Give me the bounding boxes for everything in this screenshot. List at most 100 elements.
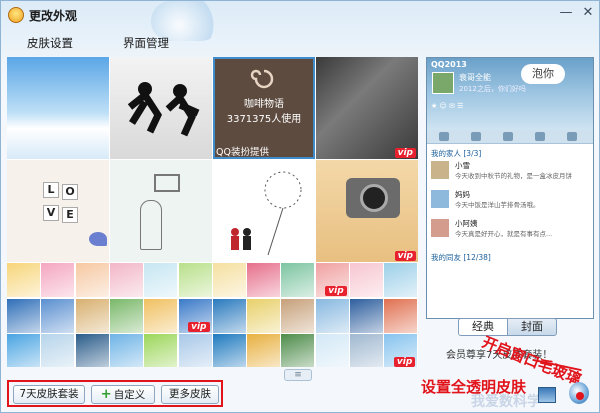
vip-badge: vip xyxy=(394,251,416,261)
friend-status: 今天中饭是洋山芋排骨汤哦。 xyxy=(455,201,540,209)
seven-day-skin-button[interactable]: 7天皮肤套装 xyxy=(13,385,85,404)
love-letter-v: V xyxy=(43,205,59,221)
skin-thumbnail[interactable] xyxy=(75,298,109,333)
skin-thumbnail[interactable] xyxy=(178,263,212,297)
skin-thumbnail[interactable] xyxy=(109,334,143,367)
classic-mode-button[interactable]: 经典 xyxy=(458,318,508,336)
preview-nickname: 衰哥全能 xyxy=(459,73,491,82)
transparency-indicator xyxy=(576,392,584,400)
skin-tile-love[interactable]: L O V E xyxy=(7,160,109,262)
skin-window: 更改外观 — ✕ 皮肤设置 界面管理 咖啡物语 3371375人使用 QQ装扮提… xyxy=(0,0,600,413)
skin-tile-runners[interactable] xyxy=(110,57,212,159)
skin-thumbnail[interactable]: vip xyxy=(384,334,418,367)
skin-thumbnail[interactable] xyxy=(41,334,75,367)
preview-header: QQ2013 衰哥全能 2012之后，你们好吗 ★ ☺ ✉ ☰ 泡你 xyxy=(427,58,593,130)
preview-avatar xyxy=(432,72,454,94)
skin-thumbnail[interactable] xyxy=(144,334,178,367)
skin-thumbnail[interactable] xyxy=(109,298,143,333)
skin-tile-camera[interactable]: vip xyxy=(316,160,418,262)
skin-preview-panel: QQ2013 衰哥全能 2012之后，你们好吗 ★ ☺ ✉ ☰ 泡你 我的家人 … xyxy=(426,57,594,319)
skin-thumbnail[interactable] xyxy=(281,334,315,367)
vip-badge: vip xyxy=(393,357,416,367)
coffee-skin-name: 咖啡物语 xyxy=(244,99,284,110)
preview-friend: 小阿姨 今天真是好开心，就是有事有点... xyxy=(431,218,591,240)
skin-thumbnail[interactable] xyxy=(350,334,383,367)
qq-decoration-tag: QQ装扮提供 xyxy=(216,147,269,158)
skin-thumbnail[interactable] xyxy=(7,263,40,297)
love-letter-o: O xyxy=(62,184,78,200)
chat-tab-icon xyxy=(503,132,513,141)
space-tab-icon xyxy=(535,132,545,141)
skin-thumbnail[interactable] xyxy=(350,263,383,297)
skin-thumbnail[interactable] xyxy=(144,298,178,333)
skin-thumbnail[interactable] xyxy=(212,298,246,333)
close-button[interactable]: ✕ xyxy=(579,5,597,21)
skin-thumbnail[interactable] xyxy=(75,334,109,367)
vip-badge: vip xyxy=(325,286,347,296)
skin-thumbnail[interactable] xyxy=(281,263,315,297)
skin-thumbnail[interactable] xyxy=(247,298,281,333)
menu-skin-settings[interactable]: 皮肤设置 xyxy=(27,35,73,51)
skin-thumbnail[interactable] xyxy=(144,263,178,297)
more-skins-button[interactable]: 更多皮肤 xyxy=(161,385,219,404)
menu-bar: 皮肤设置 界面管理 xyxy=(1,29,599,55)
cover-mode-button[interactable]: 封面 xyxy=(507,318,557,336)
preview-group-friends: 我的同友 [12/38] xyxy=(431,253,491,262)
skin-tile-dandelion[interactable] xyxy=(213,160,315,262)
skin-thumbnail[interactable] xyxy=(384,263,418,297)
skin-thumbnail[interactable] xyxy=(178,334,212,367)
skin-thumbnail[interactable] xyxy=(212,263,246,297)
title-bar[interactable]: 更改外观 — ✕ xyxy=(1,1,599,41)
skin-thumbnail[interactable] xyxy=(41,298,75,333)
custom-skin-label: 自定义 xyxy=(113,389,146,401)
preview-friend: 妈妈 今天中饭是洋山芋排骨汤哦。 xyxy=(431,189,591,211)
custom-skin-button[interactable]: + 自定义 xyxy=(91,385,155,404)
skin-thumbnail[interactable] xyxy=(212,334,246,367)
preview-tab-bar xyxy=(427,130,593,144)
skin-tile-sky[interactable] xyxy=(7,57,109,159)
view-mode-toggle: 经典 封面 xyxy=(458,318,557,336)
preview-status-icons: ★ ☺ ✉ ☰ xyxy=(431,102,464,110)
skin-thumbnail[interactable] xyxy=(315,334,349,367)
skin-thumbnail[interactable] xyxy=(350,298,383,333)
skin-tile-coffee[interactable]: 咖啡物语 3371375人使用 QQ装扮提供 xyxy=(213,57,315,159)
skin-thumbnail[interactable] xyxy=(247,334,281,367)
button-highlight-box: 7天皮肤套装 + 自定义 更多皮肤 xyxy=(7,380,223,407)
skin-thumbnail[interactable] xyxy=(7,298,40,333)
skin-thumbnail[interactable] xyxy=(281,298,315,333)
dandelion-illustration xyxy=(231,171,302,256)
contacts-tab-icon xyxy=(439,132,449,141)
skin-thumbnail[interactable] xyxy=(7,334,40,367)
vip-badge: vip xyxy=(394,148,416,158)
skin-tile-metal[interactable]: vip xyxy=(316,57,418,159)
skin-tile-girl-sketch[interactable] xyxy=(110,160,212,262)
skin-grid: 咖啡物语 3371375人使用 QQ装扮提供 vip L O V E vip v… xyxy=(7,57,418,367)
annotation-transparent: 设置全透明皮肤 xyxy=(421,378,527,396)
groups-tab-icon xyxy=(471,132,481,141)
preview-signature: 2012之后，你们好吗 xyxy=(459,85,526,93)
skin-thumbnail[interactable]: vip xyxy=(315,263,349,297)
menu-interface-manage[interactable]: 界面管理 xyxy=(123,35,169,51)
collapse-handle[interactable]: ≡ xyxy=(284,369,312,381)
vip-badge: vip xyxy=(188,321,210,332)
skin-thumbnail[interactable] xyxy=(109,263,143,297)
minimize-button[interactable]: — xyxy=(557,5,575,21)
skin-thumbnail[interactable] xyxy=(247,263,281,297)
frosted-glass-icon[interactable] xyxy=(538,387,556,403)
friend-avatar xyxy=(431,161,449,179)
coffee-skin-users: 3371375人使用 xyxy=(226,114,302,125)
friend-status: 今天收到中秋节的礼物，是一盒冰皮月饼 xyxy=(455,172,572,180)
skin-thumbnail[interactable] xyxy=(41,263,75,297)
butterfly-icon xyxy=(89,232,107,246)
camera-lens xyxy=(360,184,388,212)
friend-status: 今天真是好开心，就是有事有点... xyxy=(455,230,553,238)
love-letter-l: L xyxy=(43,182,59,198)
preview-speech-bubble: 泡你 xyxy=(521,64,565,84)
plus-icon: + xyxy=(100,387,112,402)
skin-thumbnail[interactable]: vip xyxy=(178,298,212,333)
skin-thumbnail[interactable] xyxy=(75,263,109,297)
preview-app-title: QQ2013 xyxy=(431,60,467,69)
skin-thumbnail[interactable] xyxy=(384,298,418,333)
skin-thumbnail[interactable] xyxy=(315,298,349,333)
recent-tab-icon xyxy=(567,132,577,141)
